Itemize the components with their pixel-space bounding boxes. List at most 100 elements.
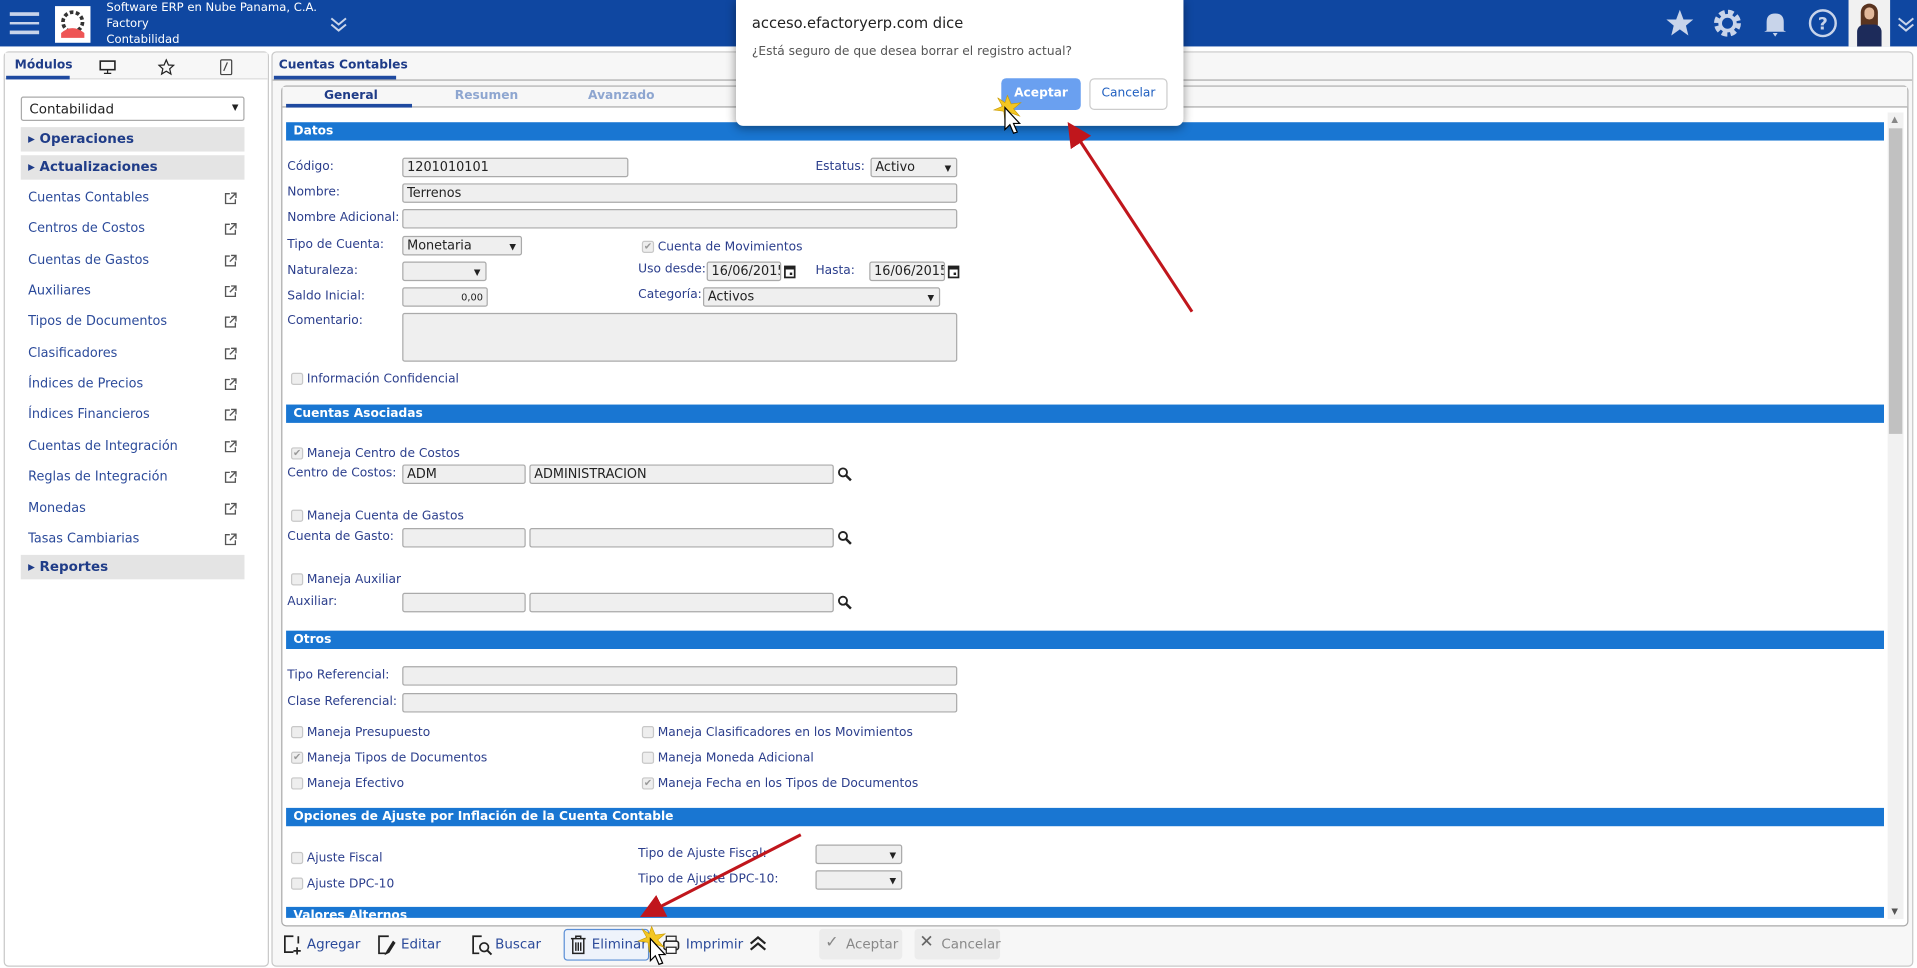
search-icon[interactable] xyxy=(837,530,852,545)
edit-icon[interactable] xyxy=(377,934,397,956)
star-outline-icon[interactable] xyxy=(158,59,175,76)
external-link-icon[interactable] xyxy=(224,192,237,205)
group-reportes[interactable]: ▸ Reportes xyxy=(21,555,245,579)
collapse-up-icon[interactable] xyxy=(747,934,769,954)
maneja-tipos-documentos-checkbox[interactable]: ✔ xyxy=(291,752,303,764)
help-icon[interactable]: ? xyxy=(1808,9,1837,38)
ajuste-dpc-10-checkbox[interactable] xyxy=(291,878,303,890)
subtab-resumen[interactable]: Resumen xyxy=(455,89,518,102)
maneja-fecha-tipos-documentos-checkbox[interactable]: ✔ xyxy=(642,777,654,789)
add-icon[interactable] xyxy=(282,934,302,956)
ajuste-fiscal-checkbox[interactable] xyxy=(291,852,303,864)
expand-chevron-icon[interactable] xyxy=(328,15,350,35)
codigo-input[interactable]: 1201010101 xyxy=(402,158,628,178)
buscar-button[interactable]: Buscar xyxy=(495,936,541,952)
maneja-presupuesto-checkbox[interactable] xyxy=(291,726,303,738)
dialog-ok-button[interactable]: Aceptar xyxy=(1001,78,1080,110)
bell-icon[interactable] xyxy=(1761,9,1790,38)
categoria-select[interactable]: Activos xyxy=(703,287,940,307)
dialog-cancel-button[interactable]: Cancelar xyxy=(1089,78,1167,110)
external-link-icon[interactable] xyxy=(224,347,237,360)
star-icon[interactable] xyxy=(1665,9,1694,38)
monitor-icon[interactable] xyxy=(99,60,116,75)
cuenta-movimientos-checkbox[interactable]: ✔ xyxy=(642,241,654,253)
sidebar-item[interactable]: Reglas de Integración xyxy=(28,470,167,485)
cuenta-gasto-code-input[interactable] xyxy=(402,528,525,548)
tipo-ajuste-dpc-select[interactable] xyxy=(815,870,902,890)
sidebar-item[interactable]: Cuentas Contables xyxy=(28,191,149,206)
subtab-general[interactable]: General xyxy=(324,89,378,102)
tipo-cuenta-select[interactable]: Monetaria xyxy=(402,236,522,256)
eliminar-button[interactable]: Eliminar xyxy=(564,929,650,961)
centro-costos-name-input[interactable]: ADMINISTRACION xyxy=(529,464,833,484)
avatar[interactable] xyxy=(1849,0,1891,46)
sidebar-item[interactable]: Cuentas de Integración xyxy=(28,439,178,454)
external-link-icon[interactable] xyxy=(224,254,237,267)
subtab-avanzado[interactable]: Avanzado xyxy=(588,89,654,102)
group-actualizaciones[interactable]: ▸ Actualizaciones xyxy=(21,155,245,179)
sidebar-item[interactable]: Tasas Cambiarias xyxy=(28,531,139,546)
sidebar-item[interactable]: Índices de Precios xyxy=(28,377,143,392)
gear-icon[interactable] xyxy=(1713,9,1742,38)
nombre-input[interactable]: Terrenos xyxy=(402,183,957,203)
nombre-adicional-input[interactable] xyxy=(402,209,957,229)
saldo-inicial-input[interactable]: 0,00 xyxy=(402,287,488,307)
menu-icon[interactable] xyxy=(10,12,39,34)
module-select[interactable]: Contabilidad xyxy=(21,97,245,121)
search-icon[interactable] xyxy=(837,595,852,610)
tipo-ajuste-fiscal-select[interactable] xyxy=(815,845,902,865)
chevron-down-double-icon[interactable] xyxy=(1895,15,1917,35)
external-link-icon[interactable] xyxy=(224,409,237,422)
scrollbar[interactable]: ▲▼ xyxy=(1888,112,1904,919)
editar-button[interactable]: Editar xyxy=(401,936,441,952)
sidebar-item[interactable]: Cuentas de Gastos xyxy=(28,253,149,268)
auxiliar-code-input[interactable] xyxy=(402,593,525,613)
sidebar-item[interactable]: Monedas xyxy=(28,500,86,515)
informacion-confidencial-checkbox[interactable] xyxy=(291,373,303,385)
external-link-icon[interactable] xyxy=(224,440,237,453)
cancelar-button[interactable]: ✕ Cancelar xyxy=(914,929,1000,960)
search-document-icon[interactable] xyxy=(471,934,493,956)
search-icon[interactable] xyxy=(837,467,852,482)
calendar-icon[interactable] xyxy=(784,264,796,279)
agregar-button[interactable]: Agregar xyxy=(307,936,361,952)
centro-costos-code-input[interactable]: ADM xyxy=(402,464,525,484)
maneja-cuenta-gastos-checkbox[interactable] xyxy=(291,510,303,522)
imprimir-button[interactable]: Imprimir xyxy=(686,936,743,952)
external-link-icon[interactable] xyxy=(224,471,237,484)
naturaleza-select[interactable] xyxy=(402,262,486,282)
maneja-efectivo-checkbox[interactable] xyxy=(291,777,303,789)
group-operaciones[interactable]: ▸ Operaciones xyxy=(21,127,245,151)
document-icon[interactable] xyxy=(219,59,234,76)
clase-referencial-input[interactable] xyxy=(402,693,957,713)
maneja-auxiliar-checkbox[interactable] xyxy=(291,573,303,585)
external-link-icon[interactable] xyxy=(224,502,237,515)
codigo-label: Código: xyxy=(287,160,334,173)
sidebar-item[interactable]: Centros de Costos xyxy=(28,222,145,237)
calendar-icon[interactable] xyxy=(947,264,959,279)
maneja-centro-costos-checkbox[interactable]: ✔ xyxy=(291,447,303,459)
tab-modulos[interactable]: Módulos xyxy=(15,59,73,72)
auxiliar-name-input[interactable] xyxy=(529,593,833,613)
uso-desde-input[interactable]: 16/06/2015 xyxy=(707,262,782,282)
sidebar-item[interactable]: Auxiliares xyxy=(28,284,91,299)
scrollbar-thumb[interactable] xyxy=(1889,128,1902,434)
printer-icon[interactable] xyxy=(661,934,681,956)
sidebar-item[interactable]: Índices Financieros xyxy=(28,408,150,423)
external-link-icon[interactable] xyxy=(224,285,237,298)
maneja-moneda-adicional-checkbox[interactable] xyxy=(642,752,654,764)
estatus-select[interactable]: Activo xyxy=(870,158,957,178)
tipo-referencial-input[interactable] xyxy=(402,666,957,686)
external-link-icon[interactable] xyxy=(224,378,237,391)
external-link-icon[interactable] xyxy=(224,223,237,236)
tab-cuentas-contables[interactable]: Cuentas Contables xyxy=(279,59,408,72)
cuenta-gasto-name-input[interactable] xyxy=(529,528,833,548)
hasta-input[interactable]: 16/06/2015 xyxy=(869,262,945,282)
aceptar-button[interactable]: ✓ Aceptar xyxy=(819,929,902,960)
external-link-icon[interactable] xyxy=(224,533,237,546)
comentario-textarea[interactable] xyxy=(402,313,957,362)
external-link-icon[interactable] xyxy=(224,316,237,329)
sidebar-item[interactable]: Tipos de Documentos xyxy=(28,315,167,330)
maneja-clasificadores-checkbox[interactable] xyxy=(642,726,654,738)
sidebar-item[interactable]: Clasificadores xyxy=(28,346,117,361)
